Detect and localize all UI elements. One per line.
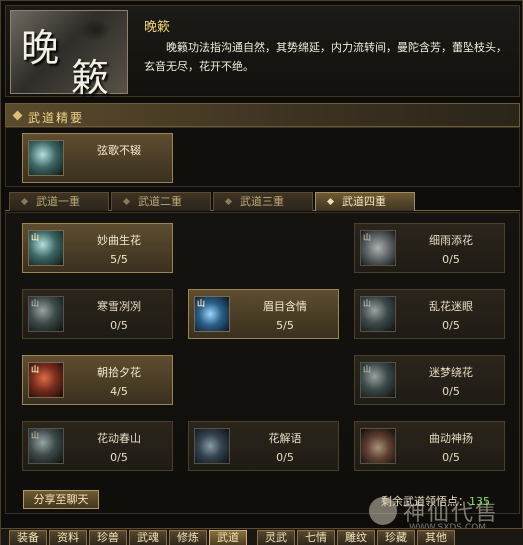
essence-skill-card[interactable]: 弦歌不辍 (22, 133, 173, 183)
skill-card-xiyutianhua[interactable]: 山 细雨添花 0/5 (354, 223, 505, 273)
skill-points: 5/5 (110, 253, 128, 266)
tier-badge: 山 (363, 299, 371, 308)
slash-teal-icon: 山 (28, 428, 64, 464)
scroll-teal-icon (28, 140, 64, 176)
diamond-icon (122, 197, 131, 206)
tab-label: 武道三重 (240, 195, 284, 208)
skill-card-zhaoshixihua[interactable]: 山 朝拾夕花 4/5 (22, 355, 173, 405)
tier-badge: 山 (363, 233, 371, 242)
skill-name: 花解语 (268, 432, 302, 445)
flower-red-icon: 山 (28, 362, 64, 398)
nav-equipment[interactable]: 装备 (9, 530, 47, 545)
diamond-icon (326, 197, 335, 206)
skill-points: 0/5 (110, 451, 128, 464)
skill-tree-panel: 山 妙曲生花 5/5 山 细雨添花 0/5 山 寒雪冽冽 0/5 山 眉目含情 … (5, 212, 520, 514)
skill-name: 迷梦绕花 (429, 366, 473, 379)
essence-panel: 弦歌不辍 (5, 127, 520, 187)
tier-badge: 山 (31, 233, 39, 242)
skill-name: 乱花迷眼 (429, 300, 473, 313)
tier-badge: 山 (197, 299, 205, 308)
skill-name: 妙曲生花 (97, 234, 141, 247)
burst-blue-icon (194, 428, 230, 464)
tab-tier-4[interactable]: 武道四重 (315, 192, 415, 211)
diamond-icon (224, 197, 233, 206)
nav-other[interactable]: 其他 (417, 530, 455, 545)
school-title: 晚簌 (144, 20, 171, 35)
strike-blue-icon: 山 (194, 296, 230, 332)
skill-points: 0/5 (442, 319, 460, 332)
nav-emotions[interactable]: 七情 (297, 530, 335, 545)
blade-teal-icon: 山 (28, 230, 64, 266)
tab-tier-3[interactable]: 武道三重 (213, 192, 313, 211)
nav-martial-soul[interactable]: 武魂 (129, 530, 167, 545)
logo-char-2: 簌 (71, 56, 110, 100)
tier-badge: 山 (31, 431, 39, 440)
skill-card-huadongchunshan[interactable]: 山 花动春山 0/5 (22, 421, 173, 471)
skill-name: 细雨添花 (429, 234, 473, 247)
skill-points: 0/5 (442, 451, 460, 464)
skill-card-meimuhanqing[interactable]: 山 眉目含情 5/5 (188, 289, 339, 339)
tab-label: 武道四重 (342, 195, 386, 208)
wave-teal-icon: 山 (360, 296, 396, 332)
bottom-nav: 装备 资料 珍兽 武魂 修炼 武道 灵武 七情 雕纹 珍藏 其他 (1, 528, 523, 545)
section-header-essence: 武道精要 (5, 103, 520, 127)
skill-points: 0/5 (442, 385, 460, 398)
nav-profile[interactable]: 资料 (49, 530, 87, 545)
tier-badge: 山 (31, 299, 39, 308)
tab-tier-1[interactable]: 武道一重 (9, 192, 109, 211)
remaining-points-label: 剩余武道领悟点： (381, 495, 469, 508)
nav-engraving[interactable]: 雕纹 (337, 530, 375, 545)
tab-tier-2[interactable]: 武道二重 (111, 192, 211, 211)
skill-card-luanhuamiyan[interactable]: 山 乱花迷眼 0/5 (354, 289, 505, 339)
mist-teal-icon: 山 (360, 362, 396, 398)
tier-badge: 山 (363, 365, 371, 374)
skill-name: 朝拾夕花 (97, 366, 141, 379)
header-panel: 晚 簌 晚簌 晚籁功法指沟通自然，其势绵延，内力流转间，曼陀含芳，蕾坠枝头，玄音… (5, 5, 520, 100)
skill-points: 0/5 (110, 319, 128, 332)
splash-pale-icon: 山 (360, 230, 396, 266)
skill-card-qudongshenyang[interactable]: 曲动神扬 0/5 (354, 421, 505, 471)
remaining-points: 剩余武道领悟点：135 (381, 493, 490, 509)
skill-name: 曲动神扬 (429, 432, 473, 445)
tab-label: 武道一重 (36, 195, 80, 208)
diamond-icon (20, 197, 29, 206)
diamond-icon (12, 110, 23, 121)
remaining-points-value: 135 (469, 495, 490, 508)
tab-label: 武道二重 (138, 195, 182, 208)
share-to-chat-button[interactable]: 分享至聊天 (23, 490, 99, 509)
skill-card-mimengraohua[interactable]: 山 迷梦绕花 0/5 (354, 355, 505, 405)
nav-pets[interactable]: 珍兽 (89, 530, 127, 545)
nav-spirit-weapon[interactable]: 灵武 (257, 530, 295, 545)
nav-martial-way[interactable]: 武道 (209, 530, 247, 545)
skill-name: 弦歌不辍 (97, 144, 141, 157)
flame-red-icon (360, 428, 396, 464)
skill-card-hanxuelielie[interactable]: 山 寒雪冽冽 0/5 (22, 289, 173, 339)
section-label: 武道精要 (28, 111, 85, 125)
skill-card-miaoqushenghua[interactable]: 山 妙曲生花 5/5 (22, 223, 173, 273)
skill-points: 0/5 (442, 253, 460, 266)
school-logo: 晚 簌 (10, 10, 128, 100)
skill-points: 5/5 (276, 319, 294, 332)
skill-points: 0/5 (276, 451, 294, 464)
martial-way-window: 晚 簌 晚簌 晚籁功法指沟通自然，其势绵延，内力流转间，曼陀含芳，蕾坠枝头，玄音… (0, 0, 523, 545)
school-description: 晚籁功法指沟通自然，其势绵延，内力流转间，曼陀含芳，蕾坠枝头，玄音无尽，花开不绝… (144, 41, 507, 73)
skill-card-huajieyu[interactable]: 花解语 0/5 (188, 421, 339, 471)
ink-splash (81, 19, 111, 41)
skill-name: 眉目含情 (263, 300, 307, 313)
tier-tabs: 武道一重 武道二重 武道三重 武道四重 (5, 192, 520, 211)
nav-collection[interactable]: 珍藏 (377, 530, 415, 545)
wind-teal-icon: 山 (28, 296, 64, 332)
tier-badge: 山 (31, 365, 39, 374)
logo-char-1: 晚 (21, 26, 60, 70)
nav-cultivation[interactable]: 修炼 (169, 530, 207, 545)
skill-name: 寒雪冽冽 (97, 300, 141, 313)
skill-name: 花动春山 (97, 432, 141, 445)
skill-points: 4/5 (110, 385, 128, 398)
